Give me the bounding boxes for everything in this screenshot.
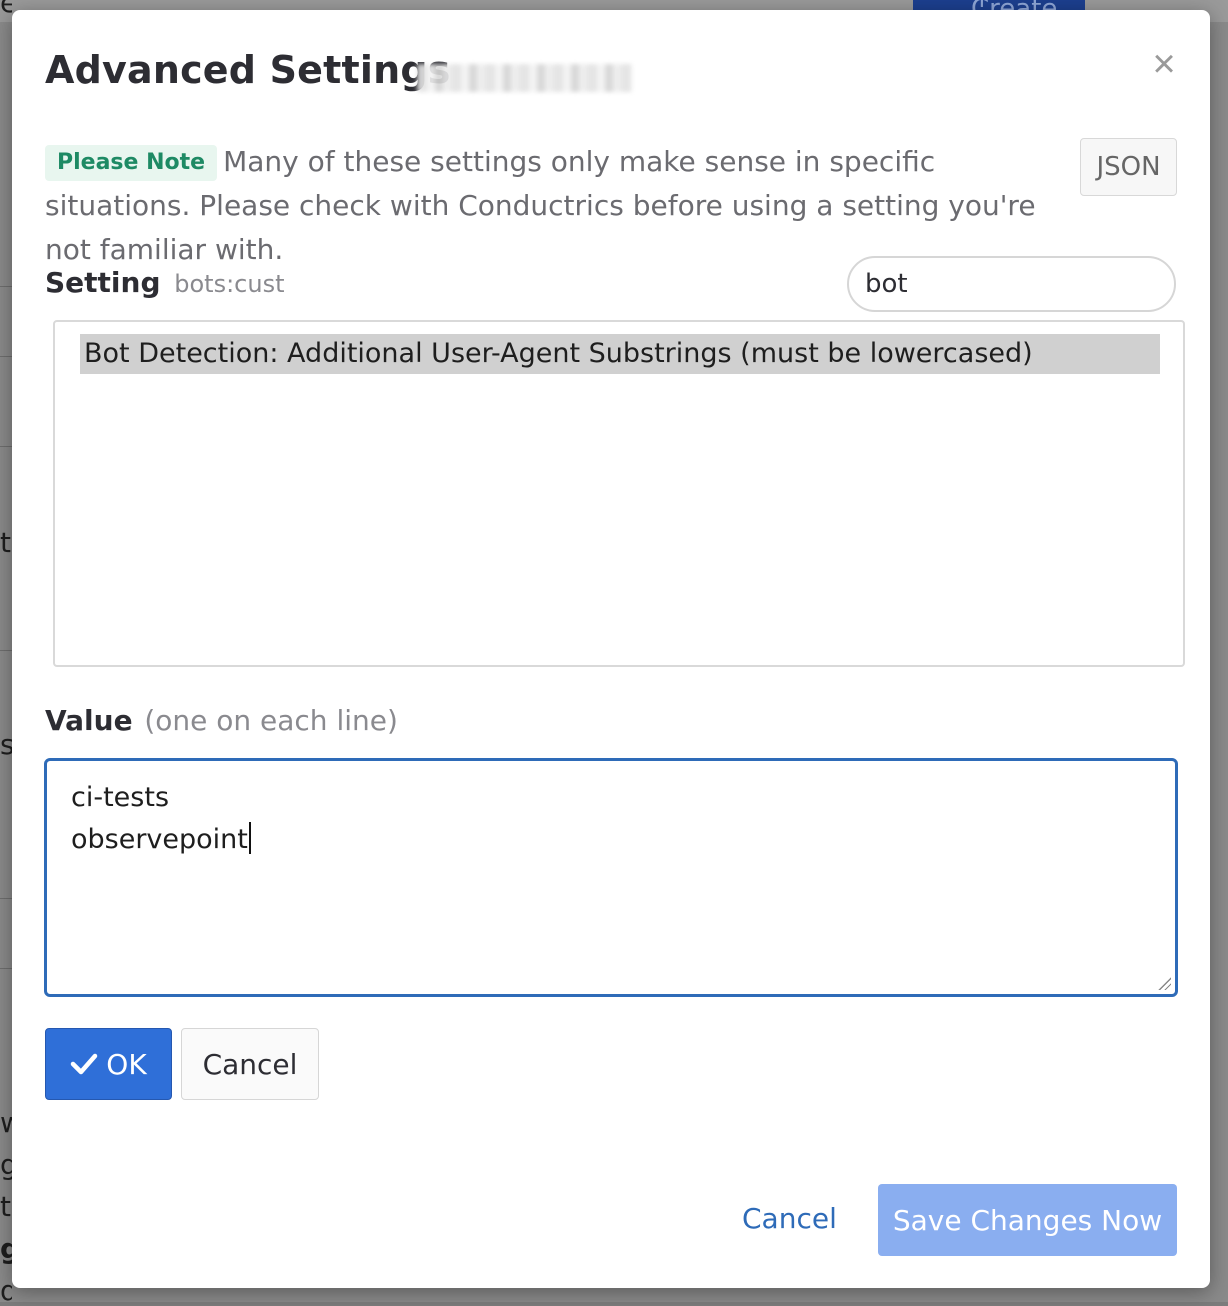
setting-listbox[interactable]: Bot Detection: Additional User-Agent Sub… [53,320,1185,667]
background-divider [0,286,12,287]
setting-option-selected[interactable]: Bot Detection: Additional User-Agent Sub… [80,334,1160,374]
setting-search-input[interactable] [847,256,1176,312]
value-textarea[interactable]: ci-tests observepoint [44,758,1178,997]
value-hint: (one on each line) [144,704,398,737]
cancel-button[interactable]: Cancel [181,1028,319,1100]
value-line: ci-tests [71,782,170,813]
value-label: Value (one on each line) [45,704,398,737]
close-button[interactable]: × [1148,44,1180,84]
background-text: ts [0,1192,12,1222]
background-divider [0,650,12,651]
setting-key: bots:cust [174,270,285,298]
checkmark-icon [71,1053,98,1075]
background-text: w [0,1108,12,1138]
advanced-settings-dialog: Advanced Settings × Please Note Many of t… [12,10,1210,1288]
background-divider [0,356,12,357]
setting-label-text: Setting [45,266,161,299]
ok-button-label: OK [106,1047,147,1081]
background-text: g [0,1234,12,1264]
footer-cancel-link[interactable]: Cancel [742,1202,837,1235]
redacted-name [417,64,632,92]
please-note-message: Please Note Many of these settings only m… [45,140,1055,272]
ok-button[interactable]: OK [45,1028,172,1100]
value-line: observepoint [71,819,1151,861]
background-divider [0,446,12,447]
setting-label: Setting bots:cust [45,266,285,299]
resize-handle[interactable] [1157,976,1171,990]
background-divider [0,968,12,969]
background-text: g [0,1150,12,1180]
save-changes-button[interactable]: Save Changes Now [878,1184,1177,1256]
background-text: te [0,528,12,558]
background-text: ents [0,0,12,18]
text-caret [248,822,251,854]
background-divider [0,898,12,899]
dialog-title: Advanced Settings [45,48,451,92]
please-note-badge: Please Note [45,145,218,181]
value-label-text: Value [45,704,133,737]
value-line-text: observepoint [71,824,248,855]
background-text: s [0,730,12,760]
json-button[interactable]: JSON [1080,138,1177,196]
